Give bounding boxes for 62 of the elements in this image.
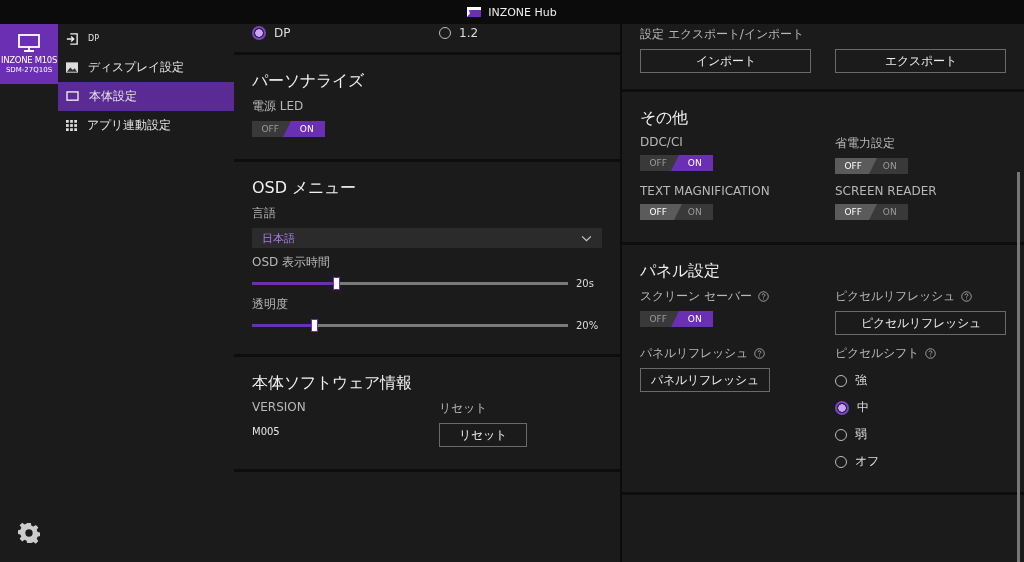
field-label: OSD 表示時間 — [252, 254, 331, 271]
radio-option[interactable]: 強 — [835, 372, 867, 389]
toggle-switch[interactable]: OFF ON — [835, 204, 908, 220]
sidebar-item[interactable]: アプリ連動設定 — [58, 111, 234, 140]
section-heading: パーソナライズ — [252, 71, 365, 92]
slider-value: 20s — [576, 278, 595, 289]
toggle-switch[interactable]: OFF ON — [835, 158, 908, 174]
scrollbar[interactable] — [1017, 172, 1020, 562]
slider-value: 20% — [576, 320, 600, 331]
toggle-switch[interactable]: OFF ON — [640, 155, 713, 171]
toggle-switch[interactable]: OFF ON — [252, 121, 325, 137]
field-label: リセット — [439, 400, 487, 417]
grid-icon — [66, 120, 77, 131]
field-label: ピクセルシフト — [835, 345, 919, 362]
radio-option[interactable]: 弱 — [835, 426, 867, 443]
field-label: ピクセルリフレッシュ — [835, 288, 955, 305]
field-label: 電源 LED — [252, 98, 304, 115]
window-title: INZONE Hub — [488, 5, 557, 19]
field-label: 言語 — [252, 205, 276, 222]
action-button[interactable]: リセット — [439, 423, 527, 447]
slider-thumb[interactable] — [311, 319, 319, 332]
section-heading: その他 — [640, 108, 689, 129]
field-label: VERSION — [252, 400, 306, 414]
input-icon — [66, 32, 78, 45]
sidebar-item[interactable]: DP — [58, 24, 234, 53]
sidebar-item[interactable]: ディスプレイ設定 — [58, 53, 234, 82]
device-name: INZONE M10S — [0, 55, 58, 65]
radio-option[interactable]: DP — [252, 26, 291, 40]
help-icon[interactable] — [961, 291, 972, 302]
help-icon[interactable] — [757, 291, 769, 302]
field-label: DDC/CI — [640, 135, 683, 149]
monitor-icon — [66, 91, 79, 102]
action-button[interactable]: インポート — [640, 49, 811, 73]
section-heading: 本体ソフトウェア情報 — [252, 373, 413, 394]
field-label: SCREEN READER — [835, 184, 937, 198]
radio-option[interactable]: 1.2 — [439, 26, 479, 40]
section-heading: パネル設定 — [640, 261, 721, 282]
action-button[interactable]: エクスポート — [835, 49, 1006, 73]
language-dropdown[interactable]: 日本語 — [252, 228, 602, 248]
action-button[interactable]: パネルリフレッシュ — [640, 368, 770, 392]
toggle-switch[interactable]: OFF ON — [640, 311, 713, 327]
radio-option[interactable]: 中 — [835, 399, 869, 416]
app-logo-icon — [467, 7, 482, 17]
slider-thumb[interactable] — [333, 277, 341, 290]
field-label: スクリーン セーバー — [640, 288, 752, 305]
field-label: パネルリフレッシュ — [640, 345, 748, 362]
settings-icon[interactable] — [18, 522, 40, 544]
image-icon — [66, 62, 78, 73]
action-button[interactable]: ピクセルリフレッシュ — [835, 311, 1006, 335]
radio-option[interactable]: オフ — [835, 453, 879, 470]
field-label: 設定 エクスポート/インポート — [640, 26, 804, 43]
field-label: TEXT MAGNIFICATION — [640, 184, 770, 198]
monitor-icon — [18, 34, 40, 52]
sidebar-item[interactable]: 本体設定 — [58, 82, 234, 111]
field-label: 透明度 — [252, 296, 288, 313]
toggle-switch[interactable]: OFF ON — [640, 204, 713, 220]
field-label: 省電力設定 — [835, 135, 895, 152]
chevron-down-icon — [581, 234, 592, 242]
help-icon[interactable] — [754, 348, 765, 359]
section-heading: OSD メニュー — [252, 178, 358, 199]
help-icon[interactable] — [925, 348, 936, 359]
version-value: M005 — [252, 426, 280, 437]
